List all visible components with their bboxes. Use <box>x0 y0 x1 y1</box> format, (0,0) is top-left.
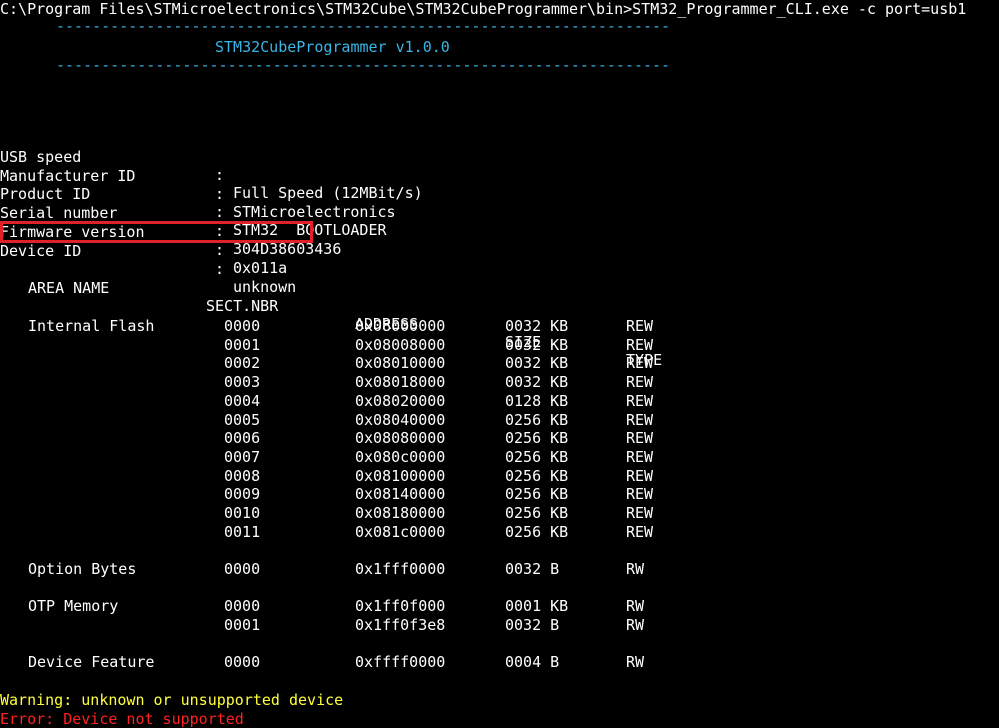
size-cell: 0256 KB <box>505 504 569 522</box>
size-cell: 0032 B <box>505 560 560 578</box>
banner-title: STM32CubeProgrammer v1.0.0 <box>215 38 450 56</box>
info-separator: : <box>215 241 225 259</box>
info-row-serial-number: Serial number : 304D38603436 <box>0 186 341 258</box>
address-cell: 0x08018000 <box>355 373 446 392</box>
info-value: 0x011a <box>233 259 288 277</box>
type-cell: RW <box>626 653 645 671</box>
size-cell: 0001 KB <box>505 597 569 615</box>
type-cell: REW <box>626 504 654 522</box>
size-cell: 0032 KB <box>505 373 569 392</box>
address-cell: 0x08008000 <box>355 335 446 354</box>
type-cell: RW <box>626 615 645 634</box>
size-cell: 0256 KB <box>505 522 569 541</box>
address-cell: 0x08100000 <box>355 466 446 485</box>
type-cell: REW <box>626 354 654 373</box>
size-cell: 0256 KB <box>505 485 569 504</box>
type-cell: RW <box>626 560 645 578</box>
info-value: STMicroelectronics <box>233 203 396 221</box>
info-row-usb-speed: USB speed : Full Speed (12MBit/s) <box>0 130 423 202</box>
sect-nbr-cell: 0000 <box>224 560 261 578</box>
warning-message: Warning: unknown or unsupported device <box>0 691 344 709</box>
address-cell: 0x08140000 <box>355 485 446 504</box>
device-id-highlight-box <box>0 221 313 243</box>
sect-nbr-cell: 0003 <box>224 373 261 392</box>
address-cell: 0x08020000 <box>355 391 446 410</box>
address-cell: 0x08040000 <box>355 410 446 429</box>
type-cell: REW <box>626 335 654 354</box>
size-cell: 0032 KB <box>505 354 569 373</box>
type-cell: REW <box>626 373 654 392</box>
address-cell: 0x080c0000 <box>355 447 446 466</box>
address-cell: 0x08180000 <box>355 504 446 522</box>
info-row-product-id: Product ID : STM32 BOOTLOADER <box>0 167 387 239</box>
info-separator: : <box>215 185 225 203</box>
area-name: Internal Flash <box>28 317 155 335</box>
size-cell: 0032 KB <box>505 335 569 354</box>
banner-rule-top: ----------------------------------------… <box>56 17 671 35</box>
error-message: Error: Device not supported <box>0 710 244 728</box>
sect-nbr-cell: 0010 <box>224 504 261 522</box>
area-name: Option Bytes <box>28 560 137 578</box>
header-area-name: AREA NAME <box>28 279 110 297</box>
size-cell: 0004 B <box>505 653 560 671</box>
sect-nbr-cell: 0009 <box>224 485 261 504</box>
address-cell: 0xffff0000 <box>355 653 446 671</box>
size-cell: 0128 KB <box>505 391 569 410</box>
sect-nbr-cell: 0006 <box>224 429 261 448</box>
area-name: OTP Memory <box>28 597 119 615</box>
banner-rule-bottom: ----------------------------------------… <box>56 56 671 74</box>
type-cell: REW <box>626 391 654 410</box>
sect-nbr-cell: 0005 <box>224 410 261 429</box>
type-cell: REW <box>626 410 654 429</box>
sect-nbr-cell: 0004 <box>224 391 261 410</box>
address-cell: 0x1fff0000 <box>355 560 446 578</box>
type-cell: REW <box>626 466 654 485</box>
sect-nbr-cell: 0002 <box>224 354 261 373</box>
address-cell: 0x081c0000 <box>355 522 446 541</box>
type-cell: REW <box>626 429 654 448</box>
type-cell: REW <box>626 447 654 466</box>
info-key: Device ID <box>0 242 82 260</box>
size-cell: 0256 KB <box>505 410 569 429</box>
sect-nbr-cell: 0011 <box>224 522 261 541</box>
table-header-row: AREA NAME SECT.NBR ADDRESS SIZE TYPE <box>0 261 662 369</box>
info-separator: : <box>215 203 225 221</box>
sect-nbr-cell: 0000 <box>224 317 261 335</box>
size-cell: 0032 B <box>505 615 560 634</box>
info-separator: : <box>215 260 225 278</box>
sect-nbr-cell: 0007 <box>224 447 261 466</box>
area-name: Device Feature <box>28 653 155 671</box>
sect-nbr-cell: 0001 <box>224 615 261 634</box>
address-cell: 0x08080000 <box>355 429 446 448</box>
sect-nbr-cell: 0000 <box>224 597 261 615</box>
size-cell: 0032 KB <box>505 317 569 335</box>
address-cell: 0x1ff0f3e8 <box>355 615 446 634</box>
info-value: Full Speed (12MBit/s) <box>233 184 423 202</box>
size-cell: 0256 KB <box>505 466 569 485</box>
type-cell: RW <box>626 597 645 615</box>
size-cell: 0256 KB <box>505 447 569 466</box>
header-sect-nbr: SECT.NBR <box>206 297 279 315</box>
command-line: C:\Program Files\STMicroelectronics\STM3… <box>0 0 967 18</box>
address-cell: 0x08010000 <box>355 354 446 373</box>
sect-nbr-cell: 0000 <box>224 653 261 671</box>
info-value: unknown <box>233 278 297 296</box>
info-row-manufacturer-id: Manufacturer ID : STMicroelectronics <box>0 149 396 221</box>
type-cell: REW <box>626 317 654 335</box>
sect-nbr-cell: 0008 <box>224 466 261 485</box>
address-cell: 0x1ff0f000 <box>355 597 446 615</box>
info-separator: : <box>215 166 225 184</box>
sect-nbr-cell: 0001 <box>224 335 261 354</box>
size-cell: 0256 KB <box>505 429 569 448</box>
type-cell: REW <box>626 485 654 504</box>
type-cell: REW <box>626 522 654 541</box>
address-cell: 0x08000000 <box>355 317 446 335</box>
